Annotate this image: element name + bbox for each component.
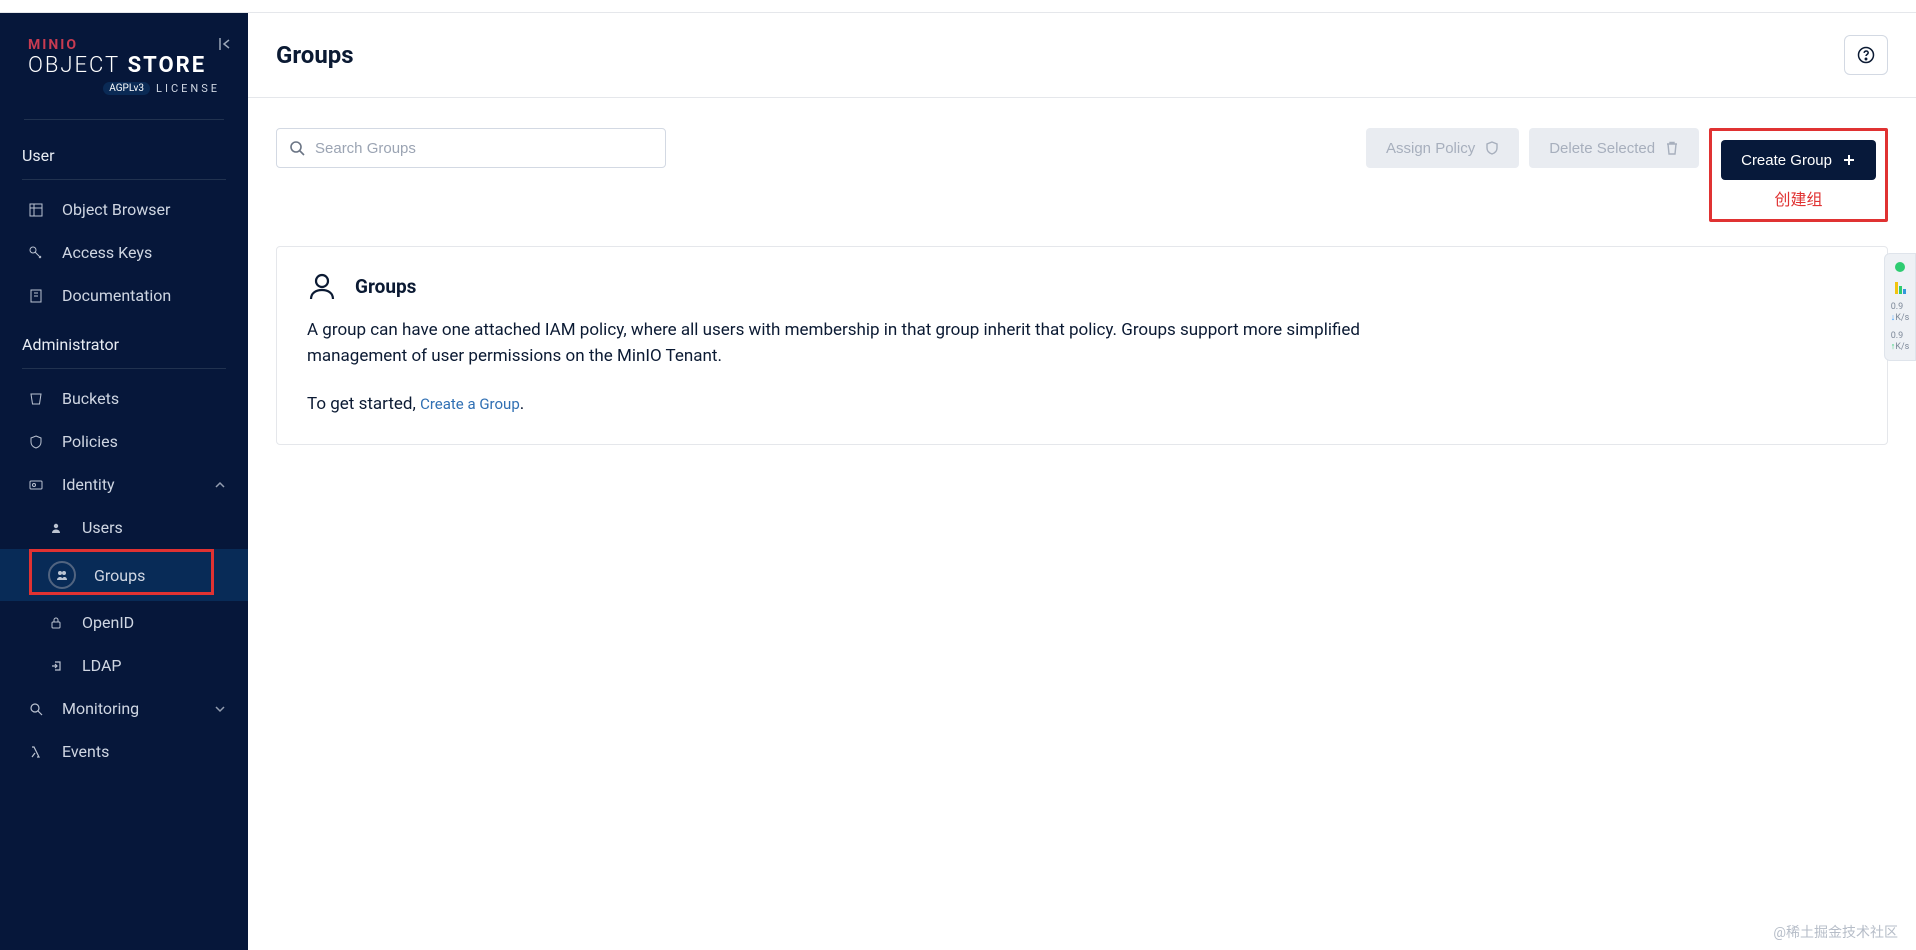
perf-unit: K/s <box>1895 313 1909 323</box>
delete-selected-button[interactable]: Delete Selected <box>1529 128 1699 168</box>
button-label: Create Group <box>1741 152 1832 169</box>
cta-prefix: To get started, <box>307 394 420 414</box>
main-pane: Groups Assign Policy Delete Selected Cr <box>248 13 1916 950</box>
empty-state-cta: To get started, Create a Group. <box>307 394 1857 414</box>
logo-license: AGPLv3 LICENSE <box>28 82 220 95</box>
create-a-group-link[interactable]: Create a Group <box>420 395 520 413</box>
search-input[interactable] <box>315 140 653 157</box>
sidebar-item-events[interactable]: Events <box>0 730 248 773</box>
cta-suffix: . <box>520 394 524 414</box>
logo-thin: OBJECT <box>28 53 120 78</box>
button-label: Delete Selected <box>1549 140 1655 157</box>
annotation-label: 创建组 <box>1775 186 1823 210</box>
performance-widget[interactable]: 0.9↓K/s 0.9↑K/s <box>1884 253 1916 361</box>
bars-icon <box>1895 280 1906 294</box>
sidebar-item-label: Monitoring <box>62 699 139 718</box>
users-group-icon <box>48 561 76 589</box>
perf-value: 0.9↑K/s <box>1891 331 1910 352</box>
agpl-text: AGPLv3 <box>109 83 144 94</box>
perf-unit: K/s <box>1895 342 1909 352</box>
shield-icon <box>28 434 44 450</box>
sidebar-item-label: Users <box>82 518 123 537</box>
sidebar-item-object-browser[interactable]: Object Browser <box>0 188 248 231</box>
book-icon <box>28 288 44 304</box>
sidebar-item-label: Object Browser <box>62 200 170 219</box>
sidebar-item-documentation[interactable]: Documentation <box>0 274 248 317</box>
empty-state-card: Groups A group can have one attached IAM… <box>276 246 1888 445</box>
empty-state-header: Groups <box>307 271 1857 301</box>
create-group-button[interactable]: Create Group <box>1721 140 1876 180</box>
license-text: LICENSE <box>156 82 220 95</box>
sidebar-section-user: User <box>0 128 248 179</box>
login-icon <box>48 658 64 674</box>
search-icon <box>289 140 305 156</box>
sidebar-divider <box>22 368 226 369</box>
id-icon <box>28 477 44 493</box>
logo-product: OBJECT STORE <box>28 53 220 78</box>
watermark: @稀土掘金技术社区 <box>1773 922 1898 942</box>
plus-icon <box>1842 153 1856 167</box>
sidebar-item-access-keys[interactable]: Access Keys <box>0 231 248 274</box>
sidebar-divider <box>24 119 224 120</box>
user-icon <box>307 271 337 301</box>
bucket-icon <box>28 391 44 407</box>
search-icon <box>28 701 44 717</box>
sidebar-item-label: Buckets <box>62 389 119 408</box>
sidebar-item-users[interactable]: Users <box>0 506 248 549</box>
status-dot-icon <box>1895 262 1905 272</box>
lock-icon <box>48 615 64 631</box>
sidebar-divider <box>22 179 226 180</box>
page-title: Groups <box>276 41 354 69</box>
sidebar-item-label: Events <box>62 742 109 761</box>
sidebar-item-ldap[interactable]: LDAP <box>0 644 248 687</box>
sidebar-item-buckets[interactable]: Buckets <box>0 377 248 420</box>
chevron-down-icon <box>214 703 226 715</box>
sidebar-item-groups[interactable]: Groups <box>0 549 248 601</box>
sidebar-item-identity[interactable]: Identity <box>0 463 248 506</box>
empty-state-description: A group can have one attached IAM policy… <box>307 317 1407 370</box>
sidebar-item-monitoring[interactable]: Monitoring <box>0 687 248 730</box>
shield-icon <box>1485 141 1499 155</box>
help-icon <box>1857 46 1875 64</box>
sidebar: MINIO OBJECT STORE AGPLv3 LICENSE User O… <box>0 13 248 950</box>
sidebar-groups-highlight-wrap: Groups <box>0 549 248 601</box>
user-icon <box>48 520 64 536</box>
key-icon <box>28 245 44 261</box>
main-header: Groups <box>248 13 1916 98</box>
sidebar-item-label: Policies <box>62 432 118 451</box>
logo-bold: STORE <box>120 53 206 78</box>
empty-state-title: Groups <box>355 275 416 298</box>
sidebar-item-label: Access Keys <box>62 243 152 262</box>
collapse-sidebar-button[interactable] <box>214 33 236 55</box>
sidebar-item-label: Identity <box>62 475 115 494</box>
search-groups-field[interactable] <box>276 128 666 168</box>
sidebar-item-policies[interactable]: Policies <box>0 420 248 463</box>
cube-icon <box>28 202 44 218</box>
agpl-badge: AGPLv3 <box>103 82 150 95</box>
browser-topbar <box>0 0 1916 13</box>
trash-icon <box>1665 141 1679 155</box>
toolbar: Assign Policy Delete Selected Create Gro… <box>248 98 1916 222</box>
button-label: Assign Policy <box>1386 140 1475 157</box>
assign-policy-button[interactable]: Assign Policy <box>1366 128 1519 168</box>
sidebar-item-openid[interactable]: OpenID <box>0 601 248 644</box>
annotation-highlight-create: Create Group 创建组 <box>1709 128 1888 222</box>
sidebar-item-label: OpenID <box>82 613 134 632</box>
lambda-icon <box>28 744 44 760</box>
sidebar-item-label: Documentation <box>62 286 171 305</box>
help-button[interactable] <box>1844 35 1888 75</box>
sidebar-item-label: LDAP <box>82 656 121 675</box>
perf-num: 0.9 <box>1891 302 1904 312</box>
perf-value: 0.9↓K/s <box>1891 302 1910 323</box>
logo-area: MINIO OBJECT STORE AGPLv3 LICENSE <box>0 13 248 111</box>
sidebar-item-label: Groups <box>94 566 145 585</box>
logo-brand: MINIO <box>28 37 220 53</box>
chevron-up-icon <box>214 479 226 491</box>
perf-num: 0.9 <box>1891 331 1904 341</box>
sidebar-section-administrator: Administrator <box>0 317 248 368</box>
collapse-icon <box>217 36 233 52</box>
app-shell: MINIO OBJECT STORE AGPLv3 LICENSE User O… <box>0 13 1916 950</box>
